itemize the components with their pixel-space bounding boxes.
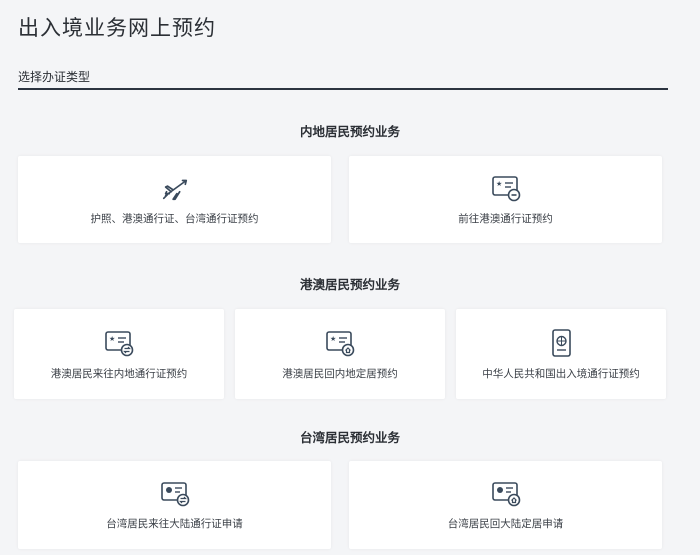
- card-label: 港澳居民回内地定居预约: [282, 368, 398, 380]
- card-label: 台湾居民来往大陆通行证申请: [106, 518, 243, 530]
- id-card-home-icon: [490, 477, 522, 509]
- card-hk-macao-settlement[interactable]: ★ 港澳居民回内地定居预约: [235, 309, 445, 399]
- card-label: 台湾居民回大陆定居申请: [447, 518, 564, 530]
- card-prc-exit-entry-permit[interactable]: 中华人民共和国出入境通行证预约: [456, 309, 666, 399]
- card-hk-macao-residents-permit[interactable]: ★ 港澳居民来往内地通行证预约: [14, 309, 224, 399]
- airplane-icon: [159, 172, 191, 204]
- svg-text:★: ★: [496, 180, 502, 188]
- id-card-exchange-icon: [159, 477, 191, 509]
- card-home-icon: ★: [324, 327, 356, 359]
- card-exchange-icon: ★: [103, 327, 135, 359]
- card-passport-permits[interactable]: 护照、港澳通行证、台湾通行证预约: [18, 156, 331, 243]
- card-taiwan-settlement[interactable]: 台湾居民回大陆定居申请: [349, 461, 662, 549]
- tab-bar: 选择办证类型: [18, 66, 668, 90]
- page-title: 出入境业务网上预约: [18, 16, 216, 40]
- card-label: 护照、港澳通行证、台湾通行证预约: [90, 213, 259, 225]
- svg-text:★: ★: [330, 335, 336, 343]
- card-taiwan-residents-permit[interactable]: 台湾居民来往大陆通行证申请: [18, 461, 331, 549]
- card-hk-macao-permit[interactable]: ★ 前往港澳通行证预约: [349, 156, 662, 243]
- section-title-hk-macao: 港澳居民预约业务: [299, 277, 400, 292]
- svg-text:★: ★: [109, 335, 115, 343]
- tab-select-certificate-type[interactable]: 选择办证类型: [18, 68, 90, 85]
- card-label: 前往港澳通行证预约: [458, 213, 553, 225]
- card-label: 港澳居民来往内地通行证预约: [50, 368, 188, 380]
- section-title-mainland: 内地居民预约业务: [299, 124, 400, 139]
- card-minus-icon: ★: [490, 172, 522, 204]
- card-label: 中华人民共和国出入境通行证预约: [482, 368, 640, 380]
- passport-icon: [545, 327, 577, 359]
- section-title-taiwan: 台湾居民预约业务: [299, 430, 400, 445]
